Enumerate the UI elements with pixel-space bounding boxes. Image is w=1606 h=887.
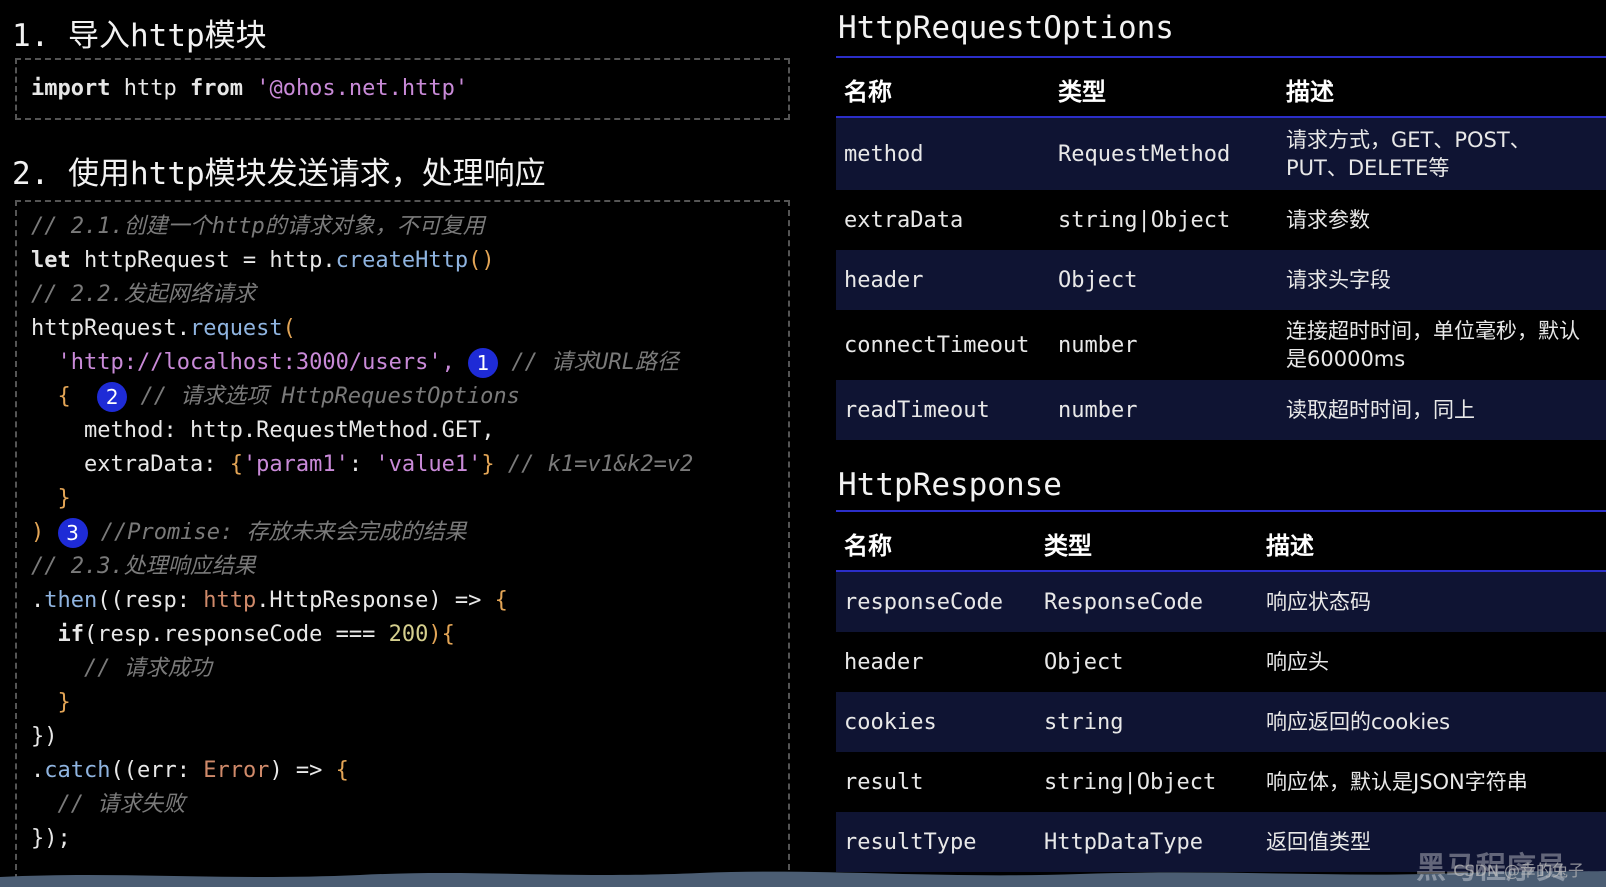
table-row: header Object 请求头字段 — [836, 250, 1606, 310]
section-heading-2: 2. 使用http模块发送请求，处理响应 — [12, 156, 546, 192]
table-row: method RequestMethod 请求方式，GET、POST、PUT、D… — [836, 116, 1606, 190]
section-heading-1: 1. 导入http模块 — [12, 18, 267, 54]
csdn-watermark: CSDN @幸的兔子 — [1453, 861, 1584, 880]
options-table-header: 名称 类型 描述 — [836, 56, 1606, 116]
table-row: header Object 响应头 — [844, 649, 1329, 675]
options-table-title: HttpRequestOptions — [838, 10, 1174, 46]
import-code-box: import http from '@ohos.net.http' — [15, 58, 790, 120]
header-desc: 描述 — [1266, 532, 1314, 560]
table-row: extraData string|Object 请求参数 — [844, 207, 1370, 233]
step-badge-2: 2 — [97, 382, 128, 412]
header-type: 类型 — [1044, 532, 1092, 560]
table-row: connectTimeout number 连接超时时间，单位毫秒，默认是600… — [844, 319, 1580, 371]
code-panel: 1. 导入http模块 import http from '@ohos.net.… — [0, 0, 820, 887]
import-line: import http from '@ohos.net.http' — [31, 76, 469, 101]
table-row: readTimeout number 读取超时时间，同上 — [836, 380, 1606, 440]
response-table-title: HttpResponse — [838, 467, 1062, 503]
table-row: cookies string 响应返回的cookies — [836, 692, 1606, 752]
code-block: // 2.1.创建一个http的请求对象，不可复用 let httpReques… — [31, 214, 694, 851]
table-row: responseCode ResponseCode 响应状态码 — [836, 570, 1606, 632]
step-badge-3: 3 — [57, 518, 88, 548]
bottom-wave-decoration — [0, 871, 1606, 887]
response-table-header: 名称 类型 描述 — [836, 510, 1606, 570]
response-table: 名称 类型 描述 responseCode ResponseCode 响应状态码… — [836, 510, 1606, 872]
options-table: 名称 类型 描述 method RequestMethod 请求方式，GET、P… — [836, 56, 1606, 440]
header-name: 名称 — [844, 78, 892, 106]
step-badge-1: 1 — [468, 348, 499, 378]
header-desc: 描述 — [1286, 78, 1334, 106]
reference-panel: HttpRequestOptions 名称 类型 描述 method Reque… — [836, 0, 1606, 887]
table-row: result string|Object 响应体，默认是JSON字符串 — [844, 769, 1528, 795]
header-name: 名称 — [844, 532, 892, 560]
header-type: 类型 — [1058, 78, 1106, 106]
request-code-box: // 2.1.创建一个http的请求对象，不可复用 let httpReques… — [15, 200, 790, 880]
